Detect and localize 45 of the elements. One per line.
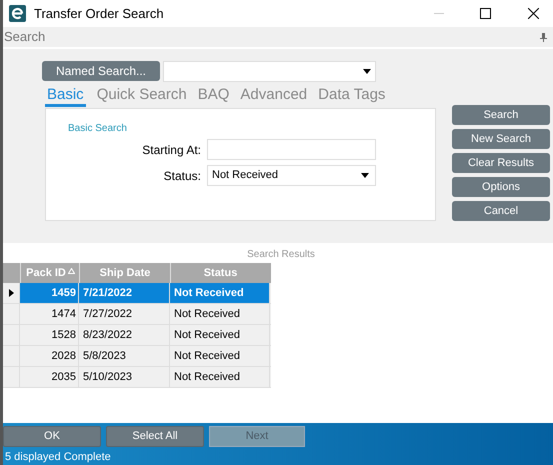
named-search-button[interactable]: Named Search... xyxy=(42,61,160,81)
dropdown-caret-icon xyxy=(361,173,369,178)
action-button[interactable]: Cancel xyxy=(452,201,550,221)
close-icon[interactable] xyxy=(528,8,539,19)
minimize-icon[interactable] xyxy=(434,13,444,14)
footer-button[interactable]: Select All xyxy=(106,426,204,447)
field-label: Starting At: xyxy=(141,142,201,158)
table-cell: 8/23/2022 xyxy=(79,325,170,345)
table-cell: Not Received xyxy=(170,346,270,366)
dropdown-caret-icon xyxy=(363,69,371,74)
input-field[interactable] xyxy=(207,139,376,160)
field-label: Status: xyxy=(162,168,201,184)
tab[interactable]: Quick Search xyxy=(96,86,187,107)
action-button[interactable]: Options xyxy=(452,177,550,197)
table-cell: 7/21/2022 xyxy=(79,283,170,303)
table-cell: Not Received xyxy=(170,367,270,387)
window-title: Transfer Order Search xyxy=(34,4,164,23)
tab[interactable]: BAQ xyxy=(198,86,230,107)
table-cell: 2028 xyxy=(20,346,79,366)
app-logo-icon xyxy=(9,5,26,22)
row-pointer-icon xyxy=(8,289,14,297)
section-heading: Basic Search xyxy=(68,122,127,136)
panel-title: Search xyxy=(4,28,46,46)
table-cell: 5/8/2023 xyxy=(79,346,170,366)
footer-button[interactable]: OK xyxy=(3,426,101,447)
tab[interactable]: Data Tags xyxy=(318,86,386,107)
table-cell: 1459 xyxy=(20,283,79,303)
pin-icon[interactable] xyxy=(540,32,547,42)
tab[interactable]: Advanced xyxy=(240,86,308,107)
results-title: Search Results xyxy=(247,248,315,260)
action-button[interactable]: Clear Results xyxy=(452,153,550,173)
named-search-dropdown[interactable] xyxy=(163,61,376,82)
table-cell: 1528 xyxy=(20,325,79,345)
table-cell: 5/10/2023 xyxy=(79,367,170,387)
status-bar-text: 5 displayed Complete xyxy=(5,451,112,463)
table-cell: Not Received xyxy=(170,304,270,324)
status-dropdown[interactable]: Not Received xyxy=(207,165,376,186)
table-cell: 7/27/2022 xyxy=(79,304,170,324)
action-button[interactable]: New Search xyxy=(452,129,550,149)
action-button[interactable]: Search xyxy=(452,105,550,125)
maximize-icon[interactable] xyxy=(480,8,491,19)
table-cell: Not Received xyxy=(170,325,270,345)
table-cell: Not Received xyxy=(170,283,270,303)
table-cell: 2035 xyxy=(20,367,79,387)
table-cell: 1474 xyxy=(20,304,79,324)
